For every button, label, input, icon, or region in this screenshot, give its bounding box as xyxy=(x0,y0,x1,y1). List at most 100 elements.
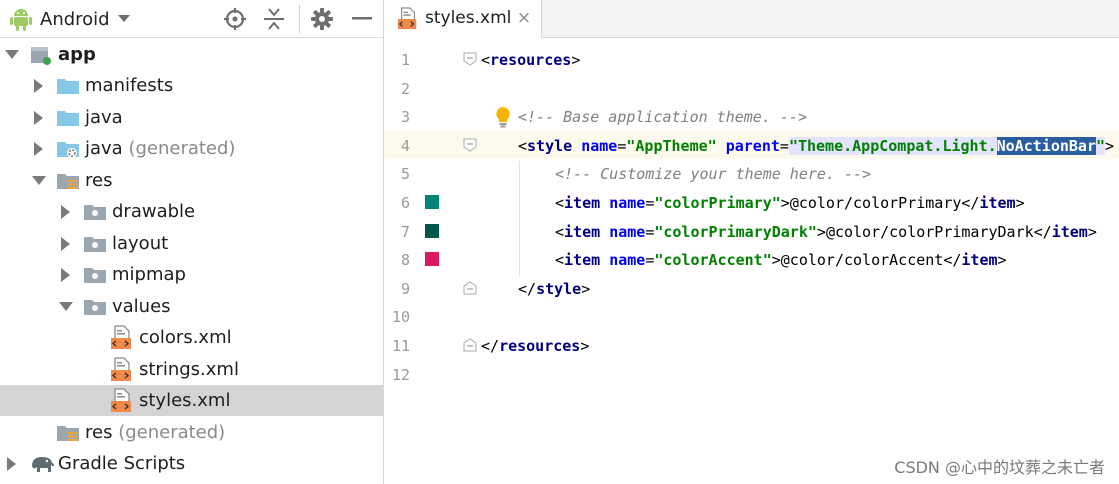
code-line-7[interactable]: 7 <item name="colorPrimaryDark">@color/c… xyxy=(384,217,1119,246)
fold-end-marker-icon[interactable] xyxy=(463,281,477,295)
collapsed-arrow-icon[interactable] xyxy=(5,456,19,471)
xml-text: @color/colorPrimary xyxy=(789,194,962,212)
collapsed-arrow-icon[interactable] xyxy=(32,141,46,156)
selected-text: NoActionBar xyxy=(996,136,1096,155)
toolbar-separator xyxy=(299,5,300,33)
code-line-3[interactable]: 3 <!-- Base application theme. --> xyxy=(384,102,1119,131)
tree-item-manifests[interactable]: manifests xyxy=(0,70,383,101)
tree-item-label: strings.xml xyxy=(139,359,239,380)
watermark: CSDN @心中的坟葬之未亡者 xyxy=(894,458,1105,477)
color-accent-swatch[interactable] xyxy=(425,252,439,267)
tree-item-layout[interactable]: layout xyxy=(0,228,383,259)
xml-comment: <!-- Customize your theme here. --> xyxy=(555,165,872,184)
xml-attribute: name xyxy=(609,222,646,241)
xml-tag: style xyxy=(527,136,573,155)
code-line-12[interactable]: 12 xyxy=(384,360,1119,389)
color-primary-swatch[interactable] xyxy=(425,195,439,209)
tree-item-label: res xyxy=(85,422,113,443)
collapsed-arrow-icon[interactable] xyxy=(59,204,73,219)
lightbulb-icon[interactable] xyxy=(493,106,513,128)
tree-item-label: layout xyxy=(112,233,169,254)
line-number: 10 xyxy=(391,308,410,327)
res-subfolder-icon xyxy=(83,200,107,224)
tree-item-strings-xml[interactable]: strings.xml xyxy=(0,354,383,385)
tree-item-mipmap[interactable]: mipmap xyxy=(0,259,383,290)
hide-panel-button[interactable] xyxy=(349,6,375,32)
color-primary-dark-swatch[interactable] xyxy=(425,223,439,238)
xml-tag: item xyxy=(564,222,601,241)
res-subfolder-icon xyxy=(83,295,107,319)
collapsed-arrow-icon[interactable] xyxy=(59,267,73,282)
line-number: 4 xyxy=(400,136,410,155)
bracket: > xyxy=(571,51,581,69)
line-number: 8 xyxy=(400,251,410,270)
code-line-6[interactable]: 6 <item name="colorPrimary">@color/color… xyxy=(384,188,1119,217)
fold-marker-icon[interactable] xyxy=(463,138,477,152)
line-number: 6 xyxy=(400,194,410,212)
tree-item-values[interactable]: values xyxy=(0,291,383,322)
code-line-2[interactable]: 2 xyxy=(384,74,1119,103)
code-line-1[interactable]: 1 <resources> xyxy=(384,45,1119,74)
line-number: 5 xyxy=(400,165,410,184)
xml-file-icon xyxy=(110,388,134,412)
fold-marker-icon[interactable] xyxy=(463,52,477,66)
collapse-all-button[interactable] xyxy=(261,6,287,32)
code-line-10[interactable]: 10 xyxy=(384,302,1119,331)
tree-item-app[interactable]: app xyxy=(0,39,383,70)
xml-tag: item xyxy=(564,251,601,270)
line-number: 7 xyxy=(400,222,410,241)
res-subfolder-icon xyxy=(83,232,107,256)
line-number: 9 xyxy=(400,279,410,298)
tree-item-label: res xyxy=(85,170,113,191)
tree-item-drawable[interactable]: drawable xyxy=(0,196,383,227)
code-line-8[interactable]: 8 <item name="colorAccent">@color/colorA… xyxy=(384,245,1119,274)
tree-item-label: drawable xyxy=(112,201,196,222)
locate-button[interactable] xyxy=(222,6,248,32)
xml-value: "colorPrimary" xyxy=(654,194,781,212)
bracket: > xyxy=(1105,136,1115,155)
generated-suffix: (generated) xyxy=(112,422,226,443)
line-number: 3 xyxy=(400,108,410,127)
settings-button[interactable] xyxy=(309,6,335,32)
gear-icon xyxy=(311,8,333,30)
tree-item-res[interactable]: res xyxy=(0,165,383,196)
xml-file-icon xyxy=(397,7,419,31)
android-icon xyxy=(10,9,32,31)
tab-styles-xml[interactable]: styles.xml × xyxy=(384,0,542,38)
line-number: 11 xyxy=(391,337,410,355)
collapsed-arrow-icon[interactable] xyxy=(32,110,46,125)
tree-item-label: mipmap xyxy=(112,264,186,285)
fold-end-marker-icon[interactable] xyxy=(463,338,477,352)
close-tab-button[interactable]: × xyxy=(515,8,533,28)
xml-tag: item xyxy=(1051,222,1088,241)
expand-arrow-icon[interactable] xyxy=(59,300,73,314)
code-line-11[interactable]: 11 </resources> xyxy=(384,331,1119,360)
code-line-4[interactable]: 4 <style name="AppTheme" parent="Theme.A… xyxy=(384,130,1119,160)
folder-icon xyxy=(56,106,80,130)
line-number: 12 xyxy=(391,365,410,384)
view-selector[interactable]: Android xyxy=(10,5,130,33)
xml-value: Theme.AppCompat.Light. xyxy=(797,136,997,155)
collapsed-arrow-icon[interactable] xyxy=(32,78,46,93)
xml-attribute: name xyxy=(609,251,646,270)
xml-tag: item xyxy=(961,251,998,270)
tree-item-styles-xml[interactable]: styles.xml xyxy=(0,385,383,416)
tree-item-java-generated[interactable]: java (generated) xyxy=(0,133,383,164)
tree-item-colors-xml[interactable]: colors.xml xyxy=(0,322,383,353)
xml-value: "AppTheme" xyxy=(626,136,717,155)
tree-item-java[interactable]: java xyxy=(0,102,383,133)
xml-tag: style xyxy=(536,279,582,298)
tree-item-label: manifests xyxy=(85,75,174,96)
expand-arrow-icon[interactable] xyxy=(5,48,19,62)
collapsed-arrow-icon[interactable] xyxy=(59,236,73,251)
collapse-all-icon xyxy=(264,8,284,30)
code-line-9[interactable]: 9 </style> xyxy=(384,274,1119,303)
code-line-5[interactable]: 5 <!-- Customize your theme here. --> xyxy=(384,159,1119,188)
bracket: < xyxy=(481,51,491,69)
tree-item-label: styles.xml xyxy=(139,390,231,411)
tree-item-res-generated[interactable]: res (generated) xyxy=(0,417,383,448)
code-editor[interactable]: 1 <resources> 2 3 <!-- Base application … xyxy=(384,38,1119,484)
xml-attribute: parent xyxy=(725,136,780,155)
tree-item-gradle-scripts[interactable]: Gradle Scripts xyxy=(0,448,383,479)
expand-arrow-icon[interactable] xyxy=(32,174,46,188)
